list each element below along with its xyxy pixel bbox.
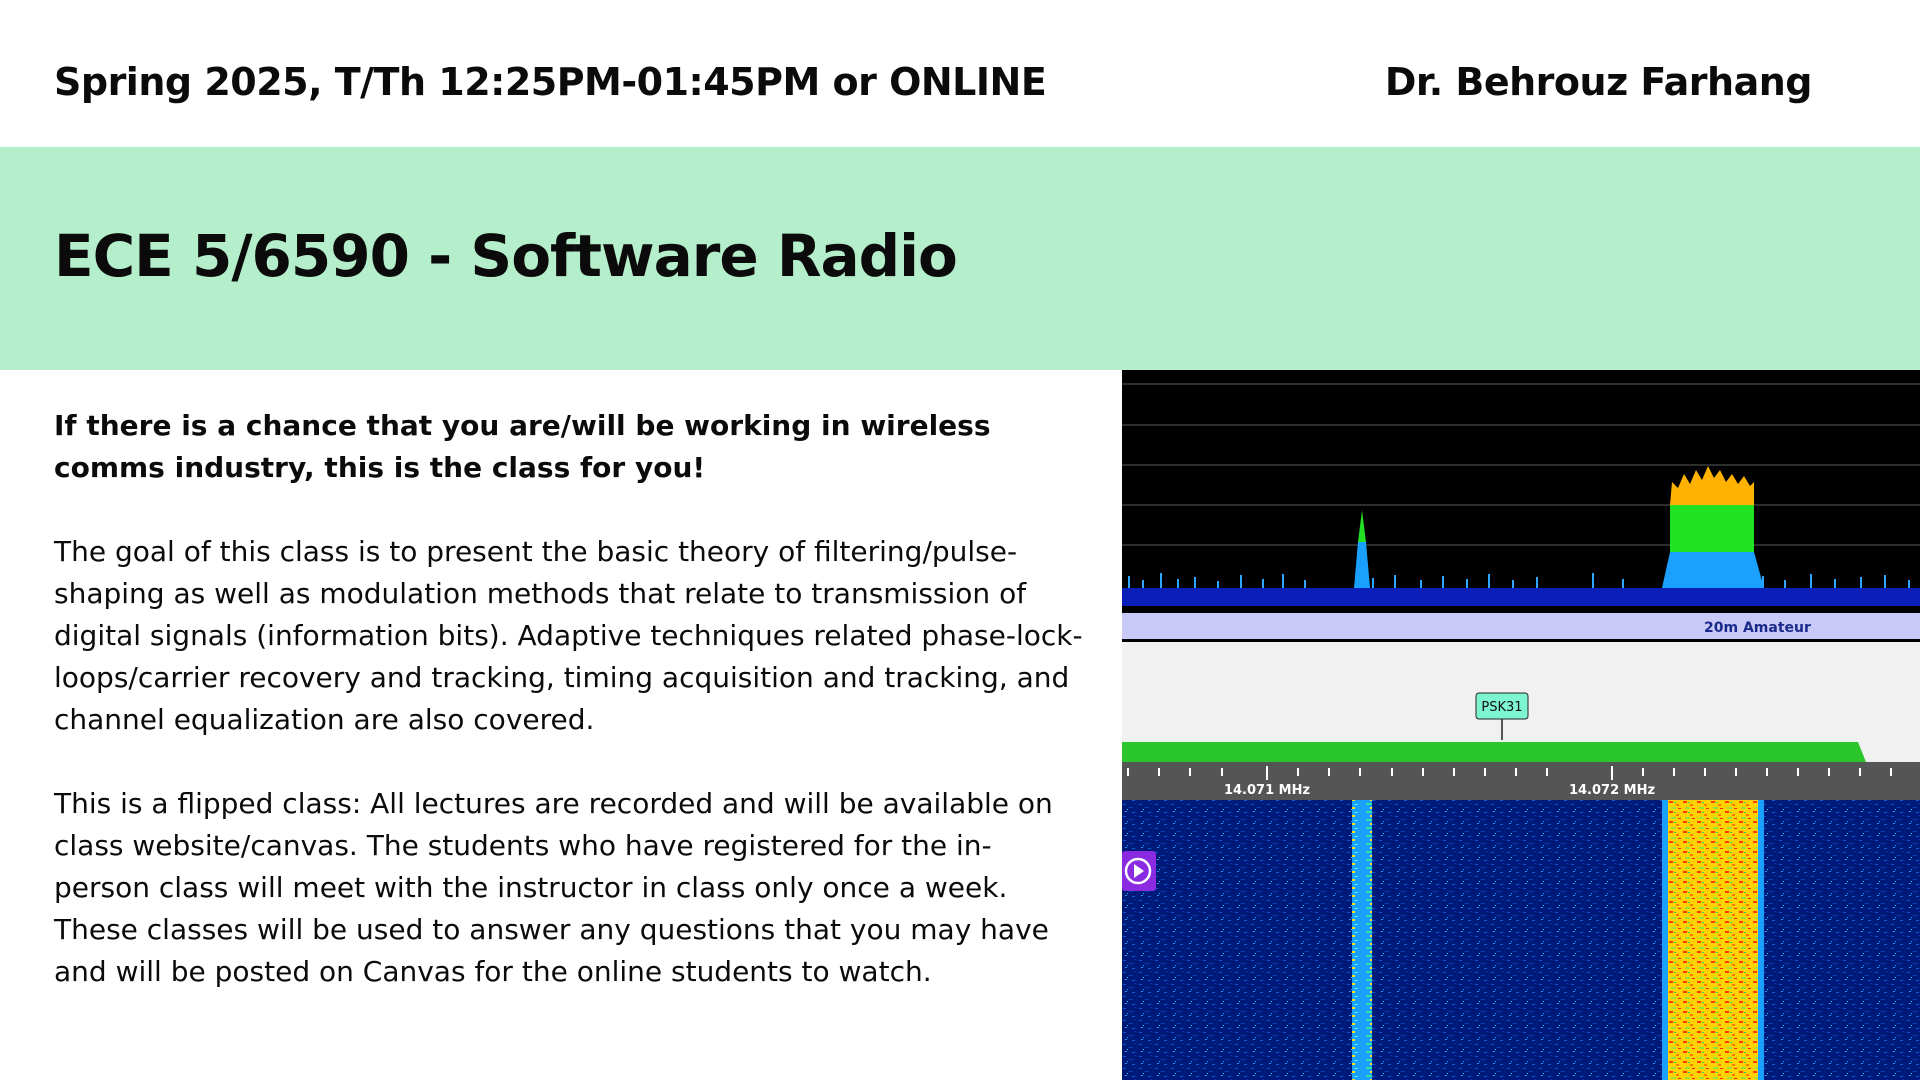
- lead-statement: If there is a chance that you are/will b…: [54, 409, 991, 484]
- description-paragraph-format: This is a flipped class: All lectures ar…: [54, 787, 1053, 988]
- sdr-waterfall-figure: 20m Amateur PSK31 14.071 MHz 14.072 MHz: [1122, 370, 1920, 1080]
- band-label: 20m Amateur: [1704, 620, 1811, 636]
- sdr-display: 20m Amateur PSK31 14.071 MHz 14.072 MHz: [1122, 370, 1920, 1080]
- header: Spring 2025, T/Th 12:25PM-01:45PM or ONL…: [0, 0, 1920, 147]
- waterfall-plot: [1122, 800, 1920, 1080]
- play-circle-icon[interactable]: [1122, 851, 1156, 891]
- instructor-name: Dr. Behrouz Farhang: [1384, 60, 1813, 104]
- description-paragraph-goal: The goal of this class is to present the…: [54, 535, 1083, 736]
- course-title: ECE 5/6590 - Software Radio: [54, 222, 958, 290]
- wide-signal-edge-left: [1662, 800, 1668, 1080]
- title-banner: ECE 5/6590 - Software Radio: [0, 147, 1920, 370]
- description: If there is a chance that you are/will b…: [54, 405, 1084, 1035]
- term-schedule: Spring 2025, T/Th 12:25PM-01:45PM or ONL…: [54, 60, 1047, 104]
- freq-label-2: 14.072 MHz: [1569, 783, 1655, 798]
- noise-floor: [1122, 588, 1920, 606]
- psk31-marker-label: PSK31: [1481, 700, 1522, 715]
- wide-signal-edge-right: [1758, 800, 1764, 1080]
- freq-label-1: 14.071 MHz: [1224, 783, 1310, 798]
- wide-signal-trace: [1668, 800, 1758, 1080]
- narrow-signal-trace: [1352, 800, 1372, 1080]
- spectrum-plot: [1122, 370, 1920, 606]
- passband-indicator[interactable]: [1122, 742, 1866, 762]
